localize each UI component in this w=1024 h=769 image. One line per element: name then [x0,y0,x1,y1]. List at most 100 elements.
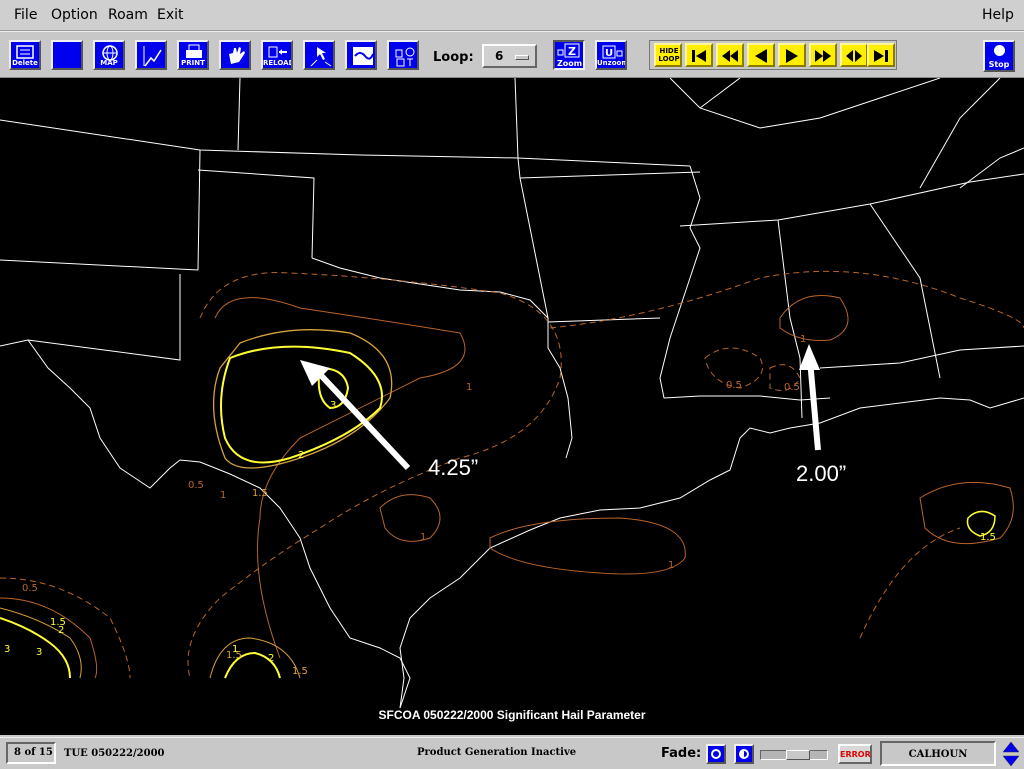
fast-forward-button[interactable] [809,43,837,67]
zoom-icon: ZZoom [557,43,582,68]
delete-caption: Delete [12,59,38,67]
step-back-button[interactable] [747,43,775,67]
contour-label: 0.5 [784,382,800,393]
fade-out-button[interactable] [734,744,754,764]
contour-label: 3 [330,400,336,411]
arrow-head-2-00 [799,344,820,370]
fade-circle-icon [711,749,721,759]
svg-text:Z: Z [568,45,576,58]
contour-label: 1 [668,560,674,571]
menu-roam[interactable]: Roam [108,7,148,23]
satellite-button[interactable] [345,40,377,70]
contour-label: 1 [466,382,472,393]
frame-counter: 8 of 15 [6,742,56,764]
site-scroll-arrows[interactable] [1002,741,1020,767]
product-title: SFCOA 050222/2000 Significant Hail Param… [378,708,646,722]
stop-icon [994,45,1005,56]
contour-label: 1.5 [980,532,996,543]
delete-icon [16,45,34,59]
menu-option[interactable]: Option [51,7,98,23]
map-button[interactable]: MAP [93,40,125,70]
map-canvas: 0.5 1 1.5 2 3 0.5 0.5 1 1 1 1 1.5 1.5 2 … [0,78,1024,709]
fade-slider-thumb[interactable] [786,750,810,760]
hide-loop-caption: HIDE LOOP [658,47,680,63]
blank-panel-button[interactable] [51,40,83,70]
satellite-image-icon [353,47,374,65]
text-labels-icon [395,47,415,67]
status-bar: 8 of 15 TUE 050222/2000 Product Generati… [0,737,1024,769]
graph-button[interactable] [135,40,167,70]
frame-date: TUE 050222/2000 [64,748,165,759]
zoom-button[interactable]: Z Zoom [553,40,585,70]
print-button[interactable]: PRINT [177,40,209,70]
error-indicator[interactable]: ERROR [838,744,872,764]
contour-label: 0.5 [22,583,38,594]
contour-label: 2 [298,450,304,461]
cursor-arrow-icon [310,47,332,67]
menu-exit[interactable]: Exit [157,7,184,23]
skip-to-last-icon [874,50,888,62]
loop-label: Loop: [433,50,474,65]
fade-in-button[interactable] [706,744,726,764]
reload-icon [268,46,287,58]
svg-text:U: U [605,48,613,59]
fast-forward-icon [815,50,831,62]
fade-label: Fade: [661,746,702,761]
contour-label: 3 [36,647,42,658]
hail-parameter-contours [0,270,1024,679]
step-back-icon [755,49,767,63]
contour-label: 1 [220,490,226,501]
contour-label: 2 [58,625,64,636]
option-menu-indicator-icon [515,55,529,60]
hand-pan-icon [229,47,245,64]
arrow-up-icon [1002,741,1020,753]
reload-button[interactable]: RELOAD [261,40,293,70]
first-frame-button[interactable] [685,43,713,67]
skip-to-first-icon [692,50,706,62]
contour-label: 1 [420,532,426,543]
rewind-button[interactable] [716,43,744,67]
hide-loop-button[interactable]: HIDE LOOP [654,43,682,67]
labels-button[interactable] [387,40,419,70]
arrow-down-icon [1002,755,1020,767]
menu-help[interactable]: Help [982,7,1014,23]
hail-size-annotation: 4.25” [428,455,479,480]
pan-button[interactable] [219,40,251,70]
reload-caption: RELOAD [263,59,293,67]
unzoom-caption: Unzoom [597,59,627,67]
rewind-icon [722,50,738,62]
play-button[interactable] [778,43,806,67]
stop-caption: Stop [988,60,1010,69]
fade-half-circle-icon [739,749,749,759]
contour-label: 3 [4,644,10,655]
map-caption: MAP [100,59,118,67]
unzoom-button[interactable]: U Unzoom [595,40,627,70]
stop-button[interactable]: Stop [983,40,1015,72]
select-button[interactable] [303,40,335,70]
lightning-graph-icon [143,46,162,67]
contour-label: 0.5 [188,480,204,491]
rock-button[interactable] [840,43,868,67]
fade-slider[interactable] [760,750,828,760]
site-name: CALHOUN [880,741,996,766]
coastline [399,397,1024,709]
menubar: File Option Roam Exit Help [0,0,1024,31]
contour-label: 0.5 [726,380,742,391]
map-display[interactable]: 0.5 1 1.5 2 3 0.5 0.5 1 1 1 1 1.5 1.5 2 … [0,78,1024,735]
contour-label: 1 [232,644,238,655]
loop-select[interactable]: 6 [482,44,537,68]
annotation-arrows [300,344,821,471]
hail-size-annotation: 2.00” [796,461,847,486]
animation-controls: HIDE LOOP [649,40,897,70]
menu-file[interactable]: File [14,7,37,23]
last-frame-button[interactable] [867,43,895,67]
contour-label: 1.5 [292,666,308,677]
contour-label: 1 [800,334,806,345]
print-caption: PRINT [181,59,205,67]
arrow-2-00 [807,359,821,451]
state-boundaries [0,78,1024,709]
delete-button[interactable]: Delete [9,40,41,70]
zoom-caption: Zoom [557,59,582,68]
product-status: Product Generation Inactive [417,747,577,758]
toolbar: Delete MAP PRINT RELOAD Loop: 6 Z Zoom U … [0,31,1024,78]
